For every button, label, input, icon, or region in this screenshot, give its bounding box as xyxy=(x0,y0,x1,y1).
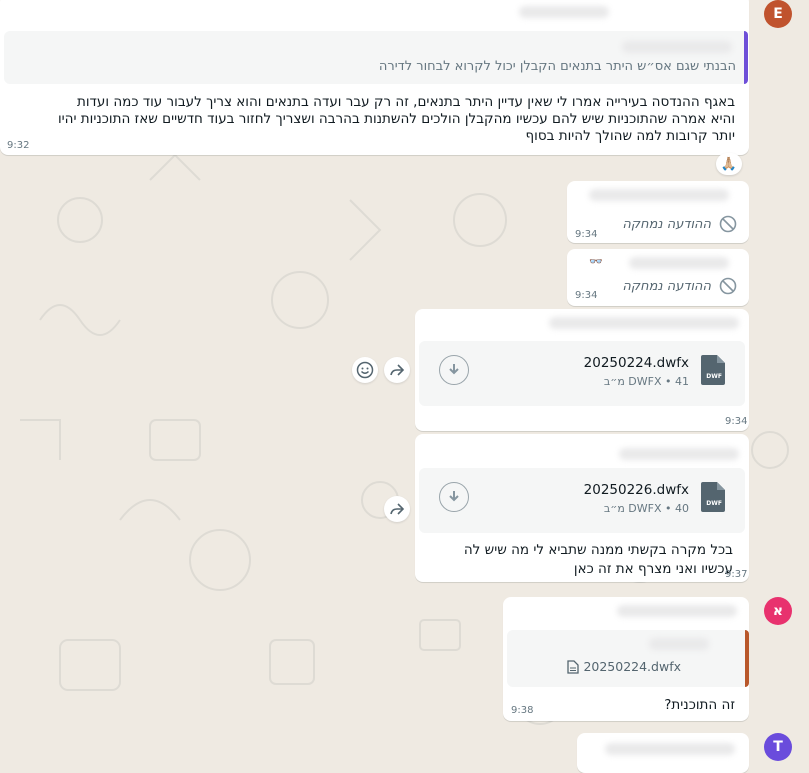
download-icon xyxy=(449,364,459,375)
message-text-line-2: עכשיו ואני מצרף את זה כאן xyxy=(573,561,733,577)
message-time: 9:34 xyxy=(725,416,748,427)
avatar-e[interactable]: E xyxy=(764,0,792,28)
sender-name-redacted xyxy=(629,257,729,269)
avatar-t[interactable]: T xyxy=(764,733,792,761)
quoted-message[interactable]: הבנתי שגם אס״ש היתר בתנאים הקבלן יכול לק… xyxy=(4,31,748,84)
smiley-icon xyxy=(356,361,374,379)
message-bubble-1[interactable]: הבנתי שגם אס״ש היתר בתנאים הקבלן יכול לק… xyxy=(0,0,749,155)
message-text: זה התוכנית? xyxy=(664,697,735,713)
forward-button[interactable] xyxy=(384,496,410,522)
blocked-icon xyxy=(719,215,737,233)
quote-sender-redacted xyxy=(622,41,732,53)
reaction-emoji: 🙏🏼 xyxy=(720,156,738,172)
forward-icon xyxy=(390,503,405,515)
quote-accent-bar xyxy=(744,31,748,84)
sender-name-redacted xyxy=(519,6,609,18)
message-time: 9:38 xyxy=(511,705,534,716)
file-type-badge: DWF xyxy=(706,500,722,507)
sender-name-redacted xyxy=(589,189,729,201)
sender-name-redacted xyxy=(549,317,739,329)
file-attachment[interactable]: DWF 20250226.dwfx DWFX • 40 מ״ב xyxy=(419,468,745,533)
file-name: 20250224.dwfx xyxy=(583,355,689,371)
sender-name-redacted xyxy=(617,605,737,617)
message-bubble-5[interactable]: DWF 20250226.dwfx DWFX • 40 מ״ב בכל מקרה… xyxy=(415,434,749,582)
reaction-badge[interactable]: 🙏🏼 xyxy=(716,153,742,175)
message-bubble-4[interactable]: DWF 20250224.dwfx DWFX • 41 מ״ב 9:34 xyxy=(415,309,749,431)
quote-text: הבנתי שגם אס״ש היתר בתנאים הקבלן יכול לק… xyxy=(378,59,736,74)
blocked-icon xyxy=(719,277,737,295)
download-button[interactable] xyxy=(439,355,469,385)
message-text-line-1: בכל מקרה בקשתי ממנה שתביא לי מה שיש לה xyxy=(463,542,733,558)
deleted-message-text: ההודעה נמחקה xyxy=(622,216,711,232)
file-name: 20250226.dwfx xyxy=(583,482,689,498)
message-bubble-3[interactable]: 👓 ההודעה נמחקה 9:34 xyxy=(567,249,749,306)
file-meta: DWFX • 40 מ״ב xyxy=(603,502,689,515)
quoted-message[interactable]: 20250224.dwfx xyxy=(507,630,749,687)
quoted-file-name: 20250224.dwfx xyxy=(583,659,681,674)
quoted-file: 20250224.dwfx xyxy=(567,659,681,674)
dwf-file-icon xyxy=(701,482,725,512)
deleted-message-text: ההודעה נמחקה xyxy=(622,278,711,294)
message-text-line-1: באגף ההנדסה בעירייה אמרו לי שאין עדיין ה… xyxy=(77,94,735,110)
message-bubble-7[interactable] xyxy=(577,733,749,773)
forward-button[interactable] xyxy=(384,357,410,383)
message-bubble-2[interactable]: ההודעה נמחקה 9:34 xyxy=(567,181,749,243)
avatar-letter: א xyxy=(772,603,784,619)
file-meta: DWFX • 41 מ״ב xyxy=(603,375,689,388)
avatar-aleph[interactable]: א xyxy=(764,597,792,625)
avatar-letter: T xyxy=(773,739,783,755)
message-time: 9:34 xyxy=(575,229,598,240)
sender-name-redacted xyxy=(619,448,739,460)
deleted-message-row: ההודעה נמחקה xyxy=(622,215,737,233)
message-time: 9:34 xyxy=(575,290,598,301)
file-attachment[interactable]: DWF 20250224.dwfx DWFX • 41 מ״ב xyxy=(419,341,745,406)
download-icon xyxy=(449,491,459,502)
avatar-letter: E xyxy=(773,6,783,22)
message-text-line-3: יותר קרובות למה שהולך להיות בסוף xyxy=(525,128,735,144)
dwf-file-icon xyxy=(701,355,725,385)
message-time: 9:32 xyxy=(7,140,30,151)
document-icon xyxy=(567,659,580,674)
message-bubble-6[interactable]: 20250224.dwfx זה התוכנית? 9:38 xyxy=(503,597,749,721)
forward-icon xyxy=(390,364,405,376)
sender-name-redacted xyxy=(605,743,735,755)
message-time: 9:37 xyxy=(725,569,748,580)
message-text-line-2: והיא אמרה שהתוכניות שיש להם עכשיו מהקבלן… xyxy=(57,111,735,127)
react-button[interactable] xyxy=(352,357,378,383)
deleted-message-row: ההודעה נמחקה xyxy=(622,277,737,295)
quote-sender-redacted xyxy=(649,638,709,650)
file-type-badge: DWF xyxy=(706,373,722,380)
download-button[interactable] xyxy=(439,482,469,512)
sender-emoji: 👓 xyxy=(589,255,603,268)
quote-accent-bar xyxy=(745,630,749,687)
